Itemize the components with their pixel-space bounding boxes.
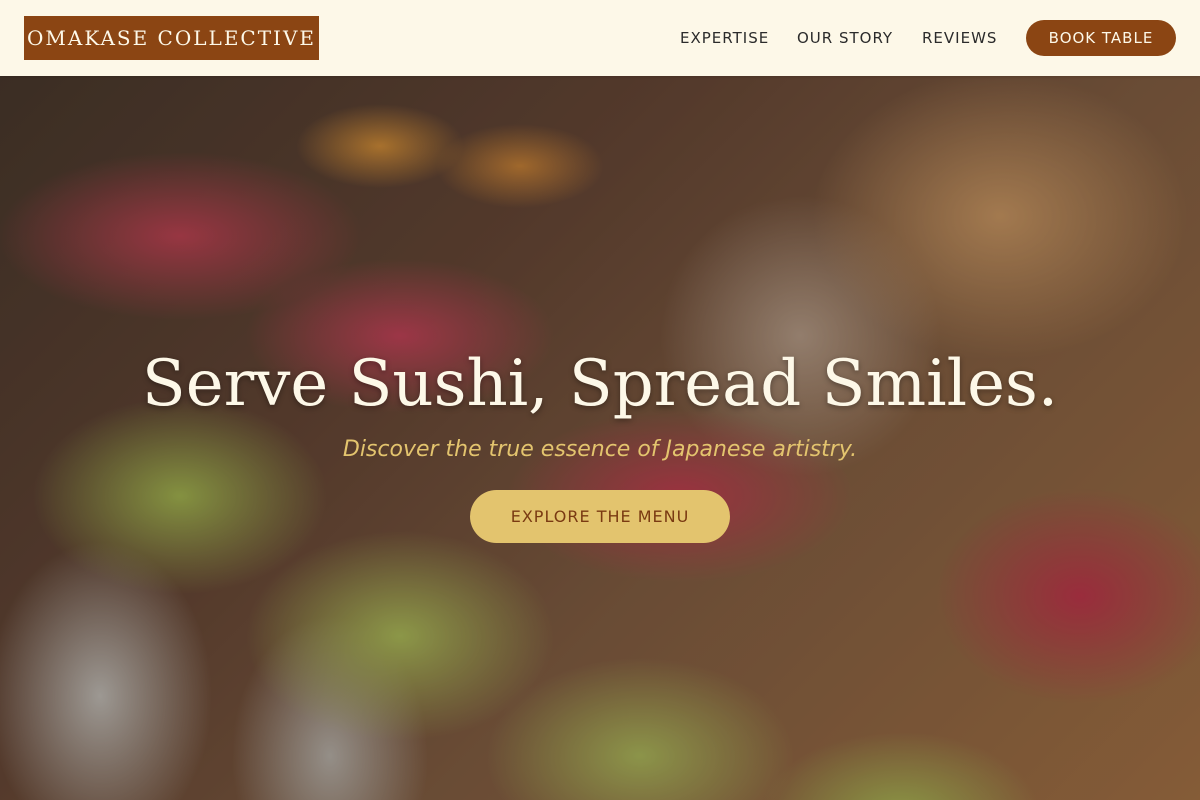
book-table-button[interactable]: BOOK TABLE bbox=[1026, 20, 1176, 56]
logo[interactable]: OMAKASE COLLECTIVE bbox=[24, 16, 319, 60]
site-header: OMAKASE COLLECTIVE EXPERTISE OUR STORY R… bbox=[0, 0, 1200, 76]
hero-subtitle: Discover the true essence of Japanese ar… bbox=[342, 437, 858, 462]
nav-link-our-story[interactable]: OUR STORY bbox=[797, 0, 893, 76]
explore-menu-button[interactable]: EXPLORE THE MENU bbox=[470, 490, 730, 543]
nav-link-reviews[interactable]: REVIEWS bbox=[922, 0, 997, 76]
hero-section: Serve Sushi, Spread Smiles. Discover the… bbox=[0, 76, 1200, 800]
hero-title: Serve Sushi, Spread Smiles. bbox=[141, 347, 1059, 421]
nav-link-expertise[interactable]: EXPERTISE bbox=[680, 0, 769, 76]
